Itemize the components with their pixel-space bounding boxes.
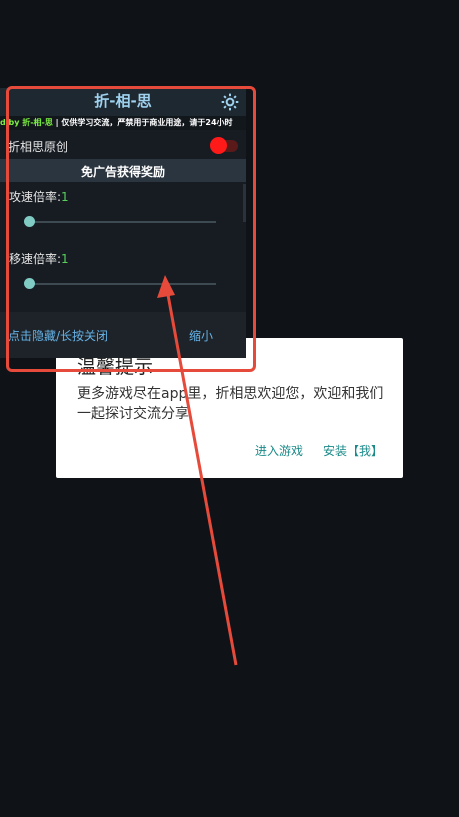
move-speed-label-text: 移速倍率: <box>9 252 62 266</box>
menu-header: 折-相-思 <box>0 88 246 116</box>
toggle-switch[interactable] <box>210 137 227 154</box>
scrollbar[interactable] <box>243 184 246 222</box>
enter-game-button[interactable]: 进入游戏 <box>255 442 303 459</box>
gear-icon[interactable] <box>220 92 240 112</box>
attack-speed-slider-thumb[interactable] <box>24 216 35 227</box>
toggle-label: 折相思原创 <box>8 140 69 154</box>
install-button[interactable]: 安装【我】 <box>323 442 383 459</box>
move-speed-slider-track[interactable] <box>30 283 216 285</box>
move-speed-value: 1 <box>61 252 69 266</box>
menu-footer: 点击隐藏/长按关闭 缩小 <box>0 312 246 358</box>
move-speed-slider-thumb[interactable] <box>24 278 35 289</box>
marquee-notice: d by 折-相-思 | 仅供学习交流，严禁用于商业用途，请于24小时 <box>0 116 246 130</box>
dialog-message: 更多游戏尽在app里，折相思欢迎您，欢迎和我们一起探讨交流分享 <box>77 386 384 422</box>
menu-title: 折-相-思 <box>94 92 152 110</box>
attack-speed-value: 1 <box>61 190 69 204</box>
section-label: 免广告获得奖励 <box>80 165 165 179</box>
attack-speed-slider-track[interactable] <box>30 221 216 223</box>
marquee-author: d by 折-相-思 <box>0 118 53 127</box>
marquee-text: | 仅供学习交流，严禁用于商业用途，请于24小时 <box>52 118 233 127</box>
original-toggle-row[interactable]: 折相思原创 <box>0 136 246 156</box>
warm-prompt-dialog: 温馨提示 更多游戏尽在app里，折相思欢迎您，欢迎和我们一起探讨交流分享 进入游… <box>56 338 403 478</box>
section-header: 免广告获得奖励 <box>0 159 246 182</box>
attack-speed-label-text: 攻速倍率: <box>9 190 62 204</box>
hide-close-button[interactable]: 点击隐藏/长按关闭 <box>8 327 108 344</box>
attack-speed-label: 攻速倍率:1 <box>9 188 69 205</box>
move-speed-label: 移速倍率:1 <box>9 250 69 267</box>
minimize-button[interactable]: 缩小 <box>189 327 213 344</box>
mod-menu-panel: 折-相-思 d by 折-相-思 | 仅供学习交流，严禁用于商业用途，请于24小… <box>0 88 246 358</box>
